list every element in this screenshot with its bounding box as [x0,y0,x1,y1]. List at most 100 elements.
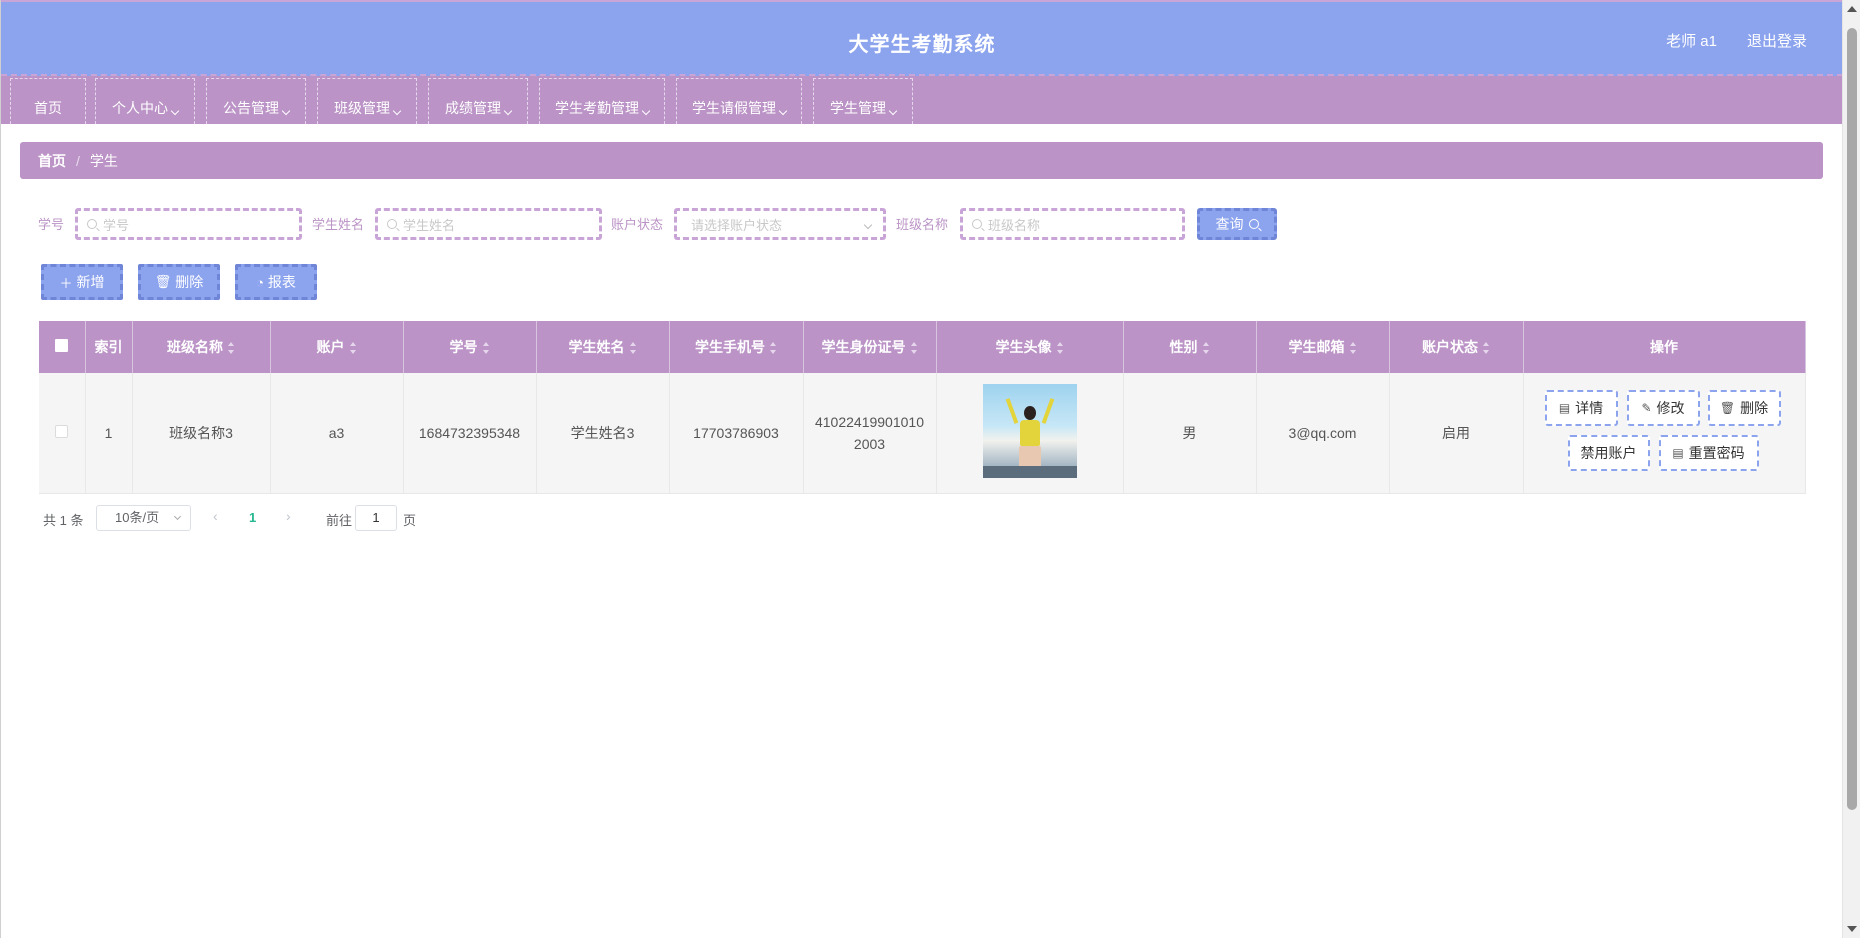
edit-button-label: 修改 [1656,400,1685,416]
detail-button-label: 详情 [1575,400,1604,416]
search-icon [972,219,982,229]
table-row: 1 班级名称3 a3 1684732395348 学生姓名3 177037869… [39,373,1806,494]
prev-page-button[interactable]: ‹ [213,508,218,524]
nav-item-home[interactable]: 首页 [10,78,86,124]
query-button[interactable]: 查询 [1197,208,1277,240]
student-avatar-image[interactable] [982,384,1077,479]
sort-icon[interactable] [770,342,777,355]
class-name-label: 班级名称 [896,217,949,232]
nav-item-notice-management[interactable]: 公告管理 [206,78,306,124]
delete-button-label: 删除 [175,274,204,290]
detail-button[interactable]: ▤ 详情 [1544,390,1618,426]
account-status-select[interactable]: 请选择账户状态 [674,208,886,240]
nav-item-student-management[interactable]: 学生管理 [813,78,913,124]
nav-item-personal-center[interactable]: 个人中心 [95,78,195,124]
class-name-placeholder: 班级名称 [988,217,1041,233]
id-number-line-2: 2003 [853,435,886,452]
select-all-cell [39,321,86,373]
student-name-input[interactable]: 学生姓名 [375,208,602,240]
nav-item-leave-management[interactable]: 学生请假管理 [676,78,802,124]
chevron-down-icon [170,106,180,116]
avatar-figure-legs [1018,446,1041,469]
cell-index: 1 [85,373,133,494]
logout-link[interactable]: 退出登录 [1747,30,1807,51]
report-button-label: 报表 [267,274,296,290]
breadcrumb-separator: / [76,152,80,169]
column-header-label: 性别 [1169,339,1198,355]
column-header-account[interactable]: 账户 [270,321,404,373]
column-header-id-number[interactable]: 学生身份证号 [803,321,937,373]
add-button[interactable]: ＋新增 [41,264,123,300]
cell-account-status: 启用 [1389,373,1524,494]
nav-item-attendance-management[interactable]: 学生考勤管理 [539,78,665,124]
column-header-email[interactable]: 学生邮箱 [1256,321,1390,373]
next-page-button[interactable]: › [286,508,291,524]
reset-password-button[interactable]: ▤ 重置密码 [1658,435,1759,471]
cell-avatar [936,373,1124,494]
column-header-account-status[interactable]: 账户状态 [1389,321,1524,373]
scrollbar-thumb[interactable] [1847,28,1857,810]
goto-label: 前往 [326,513,353,528]
column-header-avatar[interactable]: 学生头像 [936,321,1124,373]
column-header-label: 学生头像 [995,339,1052,355]
chevron-down-icon [888,106,898,116]
page-number-current[interactable]: 1 [249,510,256,525]
nav-item-label: 成绩管理 [445,100,501,116]
cell-operations: ▤ 详情 ✎ 修改 🗑 删除 禁用账户 ▤ 重置密码 [1523,373,1806,494]
sort-icon[interactable] [482,342,490,355]
cell-phone: 17703786903 [669,373,804,494]
breadcrumb-home[interactable]: 首页 [38,151,66,171]
scroll-up-arrow-icon[interactable] [1847,6,1857,12]
cell-student-no: 1684732395348 [403,373,537,494]
top-header: 大学生考勤系统 老师 a1 退出登录 [1,0,1843,76]
document-icon: ▤ [1558,401,1571,415]
nav-item-score-management[interactable]: 成绩管理 [428,78,528,124]
nav-item-label: 学生考勤管理 [555,100,639,116]
cell-account: a3 [270,373,404,494]
breadcrumb: 首页 / 学生 [20,142,1823,179]
column-header-label: 学号 [449,339,478,355]
student-no-input[interactable]: 学号 [75,208,302,240]
edit-button[interactable]: ✎ 修改 [1626,390,1700,426]
report-button[interactable]: ◔ 报表 [235,264,317,300]
nav-item-class-management[interactable]: 班级管理 [317,78,417,124]
student-no-placeholder: 学号 [103,217,130,233]
pagination-total: 共 1 条 [43,513,84,528]
chevron-down-icon [503,106,513,116]
sort-icon[interactable] [1056,342,1064,355]
page-size-select[interactable]: 10条/页 [96,505,191,531]
page: 大学生考勤系统 老师 a1 退出登录 首页 个人中心 公告管理 班级管理 成绩管… [0,0,1860,938]
sort-icon[interactable] [349,342,357,355]
avatar-figure-arm [1041,398,1054,425]
avatar-figure-body [1019,420,1040,447]
class-name-input[interactable]: 班级名称 [960,208,1185,240]
column-header-student-no[interactable]: 学号 [403,321,537,373]
sort-icon[interactable] [1349,342,1357,355]
column-header-class-name[interactable]: 班级名称 [132,321,271,373]
select-all-checkbox[interactable] [55,339,69,352]
student-name-label: 学生姓名 [312,217,365,232]
row-delete-button[interactable]: 🗑 删除 [1707,390,1781,426]
avatar-figure-arm [1005,398,1018,425]
sort-icon[interactable] [228,342,235,355]
sort-icon[interactable] [629,342,637,355]
sort-icon[interactable] [1202,342,1210,355]
row-checkbox[interactable] [55,424,69,438]
column-header-phone[interactable]: 学生手机号 [669,321,804,373]
nav-item-label: 班级管理 [334,100,390,116]
chevron-down-icon [173,512,182,521]
batch-delete-button[interactable]: 🗑 删除 [138,264,220,300]
column-header-student-name[interactable]: 学生姓名 [536,321,670,373]
id-number-line-1: 41022419901010 [814,413,924,430]
column-header-gender[interactable]: 性别 [1123,321,1257,373]
sort-icon[interactable] [910,342,918,355]
disable-account-button[interactable]: 禁用账户 [1567,435,1650,471]
document-icon: ▤ [1672,446,1684,460]
vertical-scrollbar[interactable] [1842,0,1860,938]
column-header-label: 学生邮箱 [1288,339,1345,355]
plus-icon: ＋ [59,275,73,291]
sort-icon[interactable] [1483,342,1490,355]
scroll-down-arrow-icon[interactable] [1847,926,1857,932]
goto-page-input[interactable]: 1 [355,505,397,531]
cell-gender: 男 [1123,373,1257,494]
